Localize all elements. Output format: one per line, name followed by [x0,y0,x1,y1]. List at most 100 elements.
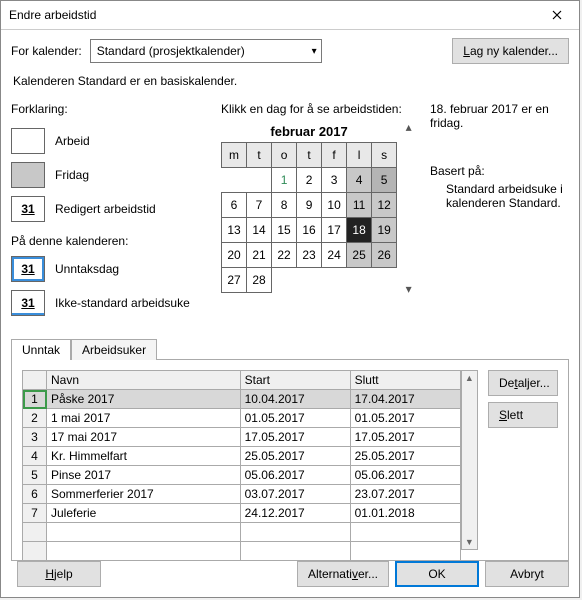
mini-calendar[interactable]: februar 2017 mtotfls 1234567891011121314… [221,120,397,317]
cell-slutt[interactable]: 23.07.2017 [350,485,460,504]
cell-start[interactable]: 24.12.2017 [240,504,350,523]
calendar-scroll-down[interactable]: ▾ [401,282,416,296]
col-start[interactable]: Start [240,371,350,390]
scroll-down-icon[interactable]: ▼ [465,535,474,549]
calendar-day[interactable]: 23 [297,243,322,268]
calendar-day[interactable]: 15 [272,218,297,243]
tab-exceptions[interactable]: Unntak [11,339,71,360]
calendar-day[interactable]: 16 [297,218,322,243]
cell-navn[interactable]: 1 mai 2017 [47,409,241,428]
cell-navn[interactable]: Påske 2017 [47,390,241,409]
tab-workweeks[interactable]: Arbeidsuker [71,339,157,360]
calendar-day[interactable]: 8 [272,193,297,218]
cell-slutt[interactable] [350,523,460,542]
cancel-button[interactable]: Avbryt [485,561,569,587]
calendar-day[interactable]: 26 [372,243,397,268]
calendar-day[interactable]: 18 [347,218,372,243]
row-number[interactable] [23,542,47,561]
row-number[interactable] [23,523,47,542]
table-row[interactable] [23,523,461,542]
calendar-day[interactable]: 21 [247,243,272,268]
cell-slutt[interactable]: 05.06.2017 [350,466,460,485]
calendar-day[interactable]: 10 [322,193,347,218]
calendar-day[interactable]: 25 [347,243,372,268]
calendar-scroll-up[interactable]: ▴ [401,120,416,134]
table-row[interactable]: 7Juleferie24.12.201701.01.2018 [23,504,461,523]
calendar-day[interactable]: 22 [272,243,297,268]
row-number[interactable]: 3 [23,428,47,447]
cell-start[interactable]: 01.05.2017 [240,409,350,428]
calendar-day[interactable]: 3 [322,168,347,193]
cell-start[interactable]: 25.05.2017 [240,447,350,466]
cell-start[interactable]: 17.05.2017 [240,428,350,447]
delete-button[interactable]: Slett [488,402,558,428]
calendar-select[interactable]: Standard (prosjektkalender) ▾ [90,39,322,63]
scroll-up-icon[interactable]: ▲ [465,371,474,385]
new-calendar-button[interactable]: Lag ny kalender... [452,38,569,64]
table-row[interactable] [23,542,461,561]
cell-slutt[interactable]: 01.05.2017 [350,409,460,428]
cell-start[interactable]: 03.07.2017 [240,485,350,504]
grid-scrollbar[interactable]: ▲ ▼ [461,370,478,550]
row-number[interactable]: 7 [23,504,47,523]
cell-start[interactable]: 05.06.2017 [240,466,350,485]
calendar-day[interactable]: 28 [247,268,272,293]
cell-navn[interactable] [47,542,241,561]
calendar-day[interactable]: 7 [247,193,272,218]
cell-navn[interactable]: Sommerferier 2017 [47,485,241,504]
basis-note: Kalenderen Standard er en basiskalender. [13,74,569,88]
cell-slutt[interactable] [350,542,460,561]
table-row[interactable]: 1Påske 201710.04.201717.04.2017 [23,390,461,409]
ok-button[interactable]: OK [395,561,479,587]
row-number[interactable]: 6 [23,485,47,504]
calendar-day[interactable]: 1 [272,168,297,193]
calendar-day[interactable]: 6 [222,193,247,218]
cell-navn[interactable] [47,523,241,542]
calendar-day[interactable]: 27 [222,268,247,293]
based-on-text: Standard arbeidsuke i kalenderen Standar… [446,182,569,210]
legend-nonstd-label: Ikke-standard arbeidsuke [55,296,190,310]
row-number[interactable]: 1 [23,390,47,409]
table-row[interactable]: 5Pinse 201705.06.201705.06.2017 [23,466,461,485]
details-button[interactable]: Detaljer... [488,370,558,396]
col-rownum[interactable] [23,371,47,390]
table-row[interactable]: 21 mai 201701.05.201701.05.2017 [23,409,461,428]
cell-start[interactable] [240,523,350,542]
cell-navn[interactable]: Pinse 2017 [47,466,241,485]
calendar-day[interactable]: 11 [347,193,372,218]
calendar-day[interactable]: 14 [247,218,272,243]
exceptions-grid[interactable]: Navn Start Slutt 1Påske 201710.04.201717… [22,370,461,561]
table-row[interactable]: 317 mai 201717.05.201717.05.2017 [23,428,461,447]
cell-slutt[interactable]: 17.04.2017 [350,390,460,409]
calendar-day[interactable]: 13 [222,218,247,243]
table-row[interactable]: 6Sommerferier 201703.07.201723.07.2017 [23,485,461,504]
cell-slutt[interactable]: 25.05.2017 [350,447,460,466]
calendar-day[interactable]: 17 [322,218,347,243]
col-end[interactable]: Slutt [350,371,460,390]
row-number[interactable]: 4 [23,447,47,466]
cell-start[interactable] [240,542,350,561]
mid-section: Forklaring: Arbeid Fridag 31 Redigert ar… [11,102,569,320]
close-button[interactable] [541,4,573,26]
cell-slutt[interactable]: 17.05.2017 [350,428,460,447]
calendar-day[interactable]: 20 [222,243,247,268]
legend-work: Arbeid [11,124,211,158]
calendar-day[interactable]: 2 [297,168,322,193]
cell-start[interactable]: 10.04.2017 [240,390,350,409]
help-button[interactable]: Hjelp [17,561,101,587]
calendar-day[interactable]: 5 [372,168,397,193]
calendar-day[interactable]: 4 [347,168,372,193]
cell-navn[interactable]: Juleferie [47,504,241,523]
cell-navn[interactable]: 17 mai 2017 [47,428,241,447]
calendar-day[interactable]: 12 [372,193,397,218]
calendar-day[interactable]: 24 [322,243,347,268]
calendar-day[interactable]: 19 [372,218,397,243]
cell-slutt[interactable]: 01.01.2018 [350,504,460,523]
table-row[interactable]: 4Kr. Himmelfart25.05.201725.05.2017 [23,447,461,466]
cell-navn[interactable]: Kr. Himmelfart [47,447,241,466]
calendar-day[interactable]: 9 [297,193,322,218]
row-number[interactable]: 2 [23,409,47,428]
options-button[interactable]: Alternativer... [297,561,389,587]
col-name[interactable]: Navn [47,371,241,390]
row-number[interactable]: 5 [23,466,47,485]
